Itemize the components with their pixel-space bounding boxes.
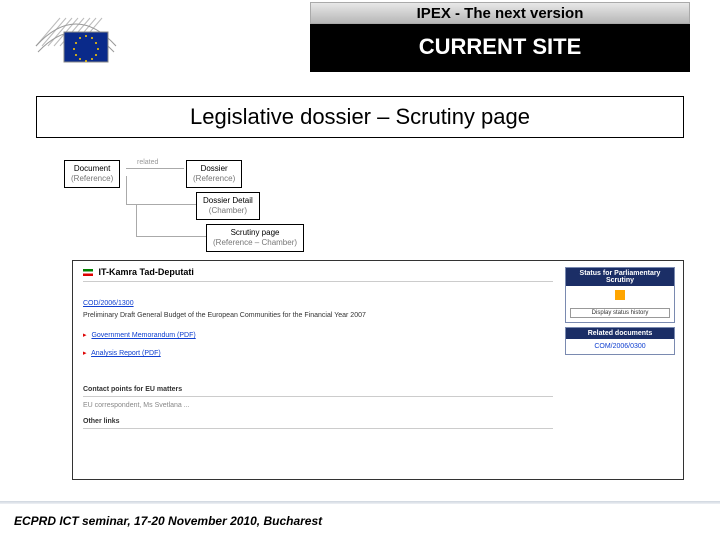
reference-link[interactable]: COD/2006/1300 [83, 300, 134, 307]
status-icon [615, 290, 625, 300]
pdf-link[interactable]: Government Memorandum (PDF) [91, 332, 195, 339]
crumb-dossier: Dossier (Reference) [186, 160, 242, 188]
connector [126, 176, 127, 204]
page-title: Legislative dossier – Scrutiny page [36, 96, 684, 138]
connector [136, 204, 137, 236]
crumb-sub: (Reference) [193, 174, 235, 184]
footer-text: ECPRD ICT seminar, 17-20 November 2010, … [14, 514, 322, 528]
pdf-icon: ▸ [83, 350, 87, 357]
embedded-screenshot: IT-Kamra Tad-Deputati COD/2006/1300 Prel… [72, 260, 684, 480]
divider [83, 281, 553, 282]
crumb-sub: (Reference) [71, 174, 113, 184]
crumb-sub: (Chamber) [203, 206, 253, 216]
reference-description: Preliminary Draft General Budget of the … [83, 311, 366, 320]
header-gray-banner: IPEX - The next version [310, 2, 690, 24]
crumb-dossier-detail: Dossier Detail (Chamber) [196, 192, 260, 220]
status-history-button[interactable]: Display status history [570, 308, 670, 318]
chamber-name: IT-Kamra Tad-Deputati [99, 267, 194, 277]
header-black-banner: CURRENT SITE [310, 24, 690, 72]
crumb-document: Document (Reference) [64, 160, 120, 188]
divider [83, 428, 553, 429]
crumb-scrutiny-page: Scrutiny page (Reference – Chamber) [206, 224, 304, 252]
contacts-value: EU correspondent, Ms Svetlana ... [83, 401, 190, 410]
pdf-icon: ▸ [83, 332, 87, 339]
other-links-heading: Other links [83, 417, 120, 426]
footer-divider [0, 501, 720, 504]
status-panel-heading: Status for Parliamentary Scrutiny [566, 268, 674, 286]
crumb-sub: (Reference – Chamber) [213, 238, 297, 248]
related-panel-heading: Related documents [566, 328, 674, 339]
related-doc-link[interactable]: COM/2006/0300 [566, 339, 674, 354]
crumb-label: Dossier Detail [203, 196, 253, 206]
crumb-label: Scrutiny page [213, 228, 297, 238]
slide-header: IPEX - The next version CURRENT SITE [0, 0, 720, 78]
related-panel: Related documents COM/2006/0300 [565, 327, 675, 355]
status-panel: Status for Parliamentary Scrutiny Displa… [565, 267, 675, 323]
connector [126, 168, 184, 169]
divider [83, 396, 553, 397]
flag-icon [83, 269, 93, 276]
crumb-label: Document [71, 164, 113, 174]
pdf-link[interactable]: Analysis Report (PDF) [91, 350, 161, 357]
contacts-heading: Contact points for EU matters [83, 385, 182, 394]
connector [136, 236, 206, 237]
slide-footer: ECPRD ICT seminar, 17-20 November 2010, … [0, 498, 720, 540]
crumb-label: Dossier [193, 164, 235, 174]
doc-title: IT-Kamra Tad-Deputati [83, 267, 194, 277]
ep-logo [26, 8, 126, 71]
